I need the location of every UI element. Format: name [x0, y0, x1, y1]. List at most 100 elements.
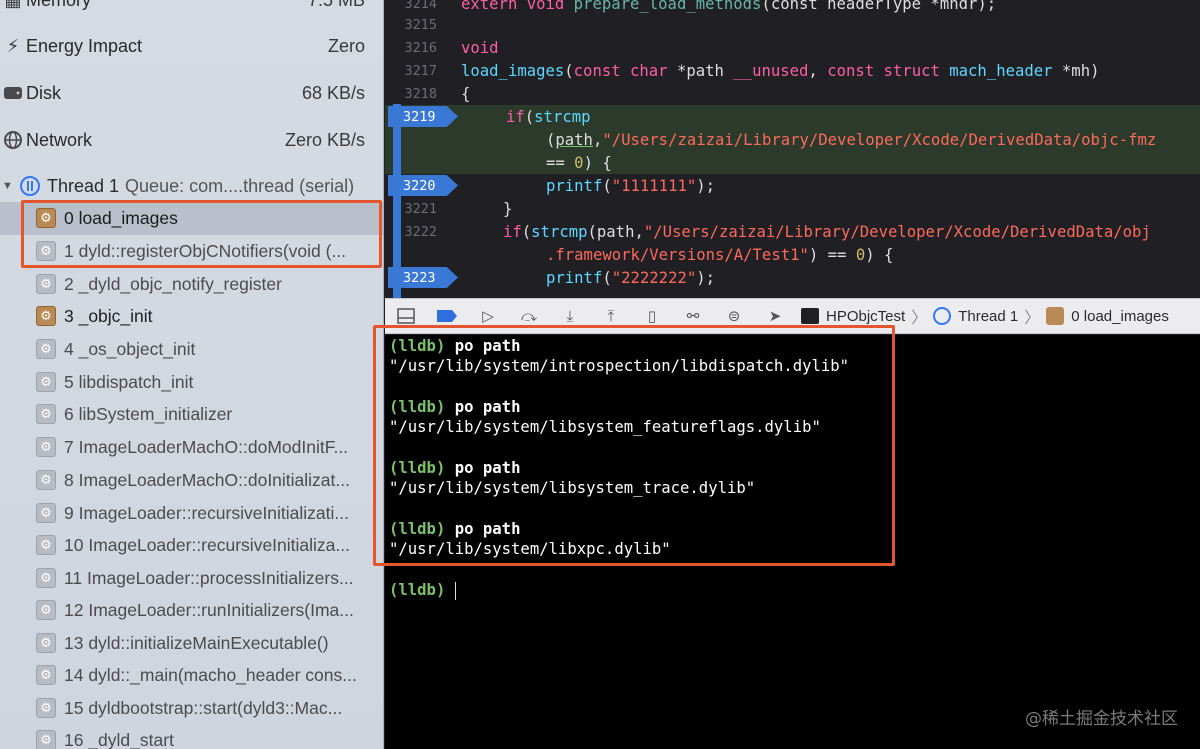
stack-frame[interactable]: ⚙ 16 _dyld_start	[0, 724, 383, 749]
chevron-right-icon: 〉	[1024, 310, 1041, 327]
step-over-icon[interactable]: ⤼	[518, 307, 540, 325]
disk-icon	[0, 86, 26, 100]
stack-frame-icon: ⚙	[36, 208, 56, 229]
code-text: printf("1111111");	[546, 176, 716, 195]
stack-frame[interactable]: ⚙ 15 dyldbootstrap::start(dyld3::Mac...	[0, 692, 383, 725]
console-command-line: (lldb) po path	[389, 337, 521, 355]
gauge-memory[interactable]: ▦ Memory 7.5 MB	[0, 0, 383, 23]
debug-toolbar: ▷ ⤼ ⤓ ⤒ ▯ ⚯ ⊜ ➤ HPObjcTest 〉 Thread 1 〉 …	[385, 298, 1200, 334]
debug-navigator: ▦ Memory 7.5 MB ⚡ Energy Impact Zero Dis…	[0, 0, 384, 749]
memory-graph-icon[interactable]: ⚯	[682, 307, 704, 325]
code-text: .framework/Versions/A/Test1") == 0) {	[546, 245, 894, 264]
watermark: @稀土掘金技术社区	[1025, 709, 1178, 729]
stack-frame[interactable]: ⚙ 10 ImageLoader::recursiveInitializa...	[0, 529, 383, 562]
gauge-disk[interactable]: Disk 68 KB/s	[0, 70, 383, 116]
code-line: 3221 }	[385, 197, 1200, 220]
code-text: {	[461, 84, 471, 103]
stack-frame[interactable]: ⚙ 14 dyld::_main(macho_header cons...	[0, 659, 383, 692]
frame-label: 6 libSystem_initializer	[64, 403, 233, 424]
line-number: 3217	[404, 62, 437, 79]
line-number: 3214	[404, 0, 437, 12]
code-text: void	[461, 38, 499, 57]
code-line-current: (path,"/Users/zaizai/Library/Developer/X…	[385, 128, 1200, 151]
source-editor[interactable]: 3214 extern void prepare_load_methods(co…	[385, 0, 1200, 298]
code-line: 3220 printf("1111111");	[385, 174, 1200, 197]
stack-frame-icon: ⚙	[36, 437, 56, 458]
continue-icon[interactable]: ▷	[477, 307, 499, 325]
thread-icon	[933, 307, 952, 325]
gauge-energy[interactable]: ⚡ Energy Impact Zero	[0, 23, 383, 69]
stack-frame[interactable]: ⚙ 0 load_images	[0, 202, 383, 235]
frame-label: 5 libdispatch_init	[64, 371, 194, 392]
execution-line-indicator	[393, 104, 401, 298]
thread-icon	[20, 176, 40, 196]
stack-frame-icon: ⚙	[36, 535, 56, 556]
gauge-value: 68 KB/s	[301, 82, 365, 103]
line-number: 3215	[404, 16, 437, 33]
stack-frame-icon: ⚙	[36, 470, 56, 491]
stack-frame[interactable]: ⚙ 9 ImageLoader::recursiveInitializati..…	[0, 497, 383, 530]
console-output-line: "/usr/lib/system/libsystem_featureflags.…	[389, 418, 821, 436]
stack-frame-icon: ⚙	[36, 339, 56, 360]
breadcrumb: HPObjcTest 〉 Thread 1 〉 0 load_images	[801, 304, 1169, 328]
stack-frame[interactable]: ⚙ 8 ImageLoaderMachO::doInitializat...	[0, 464, 383, 497]
code-text: load_images(const char *path __unused, c…	[461, 61, 1100, 80]
stack-frame[interactable]: ⚙ 4 _os_object_init	[0, 333, 383, 366]
gauge-network[interactable]: Network Zero KB/s	[0, 117, 383, 163]
stack-frame[interactable]: ⚙ 5 libdispatch_init	[0, 366, 383, 399]
stack-frame[interactable]: ⚙ 2 _dyld_objc_notify_register	[0, 268, 383, 301]
frame-label: 14 dyld::_main(macho_header cons...	[64, 664, 357, 685]
disclosure-triangle-icon[interactable]: ▼	[2, 180, 20, 192]
frame-label: 9 ImageLoader::recursiveInitializati...	[64, 502, 349, 523]
breadcrumb-thread[interactable]: Thread 1	[958, 308, 1018, 325]
gauge-label: Network	[26, 129, 93, 150]
frame-label: 2 _dyld_objc_notify_register	[64, 273, 282, 294]
gauge-value: Zero KB/s	[284, 129, 365, 150]
breadcrumb-app[interactable]: HPObjcTest	[826, 308, 905, 325]
code-line: 3217 load_images(const char *path __unus…	[385, 59, 1200, 82]
frame-label: 8 ImageLoaderMachO::doInitializat...	[64, 469, 350, 490]
stack-frame[interactable]: ⚙ 6 libSystem_initializer	[0, 398, 383, 431]
stack-frame-icon: ⚙	[36, 274, 56, 295]
code-line: 3222 if(strcmp(path,"/Users/zaizai/Libra…	[385, 220, 1200, 243]
breadcrumb-frame[interactable]: 0 load_images	[1071, 308, 1169, 325]
code-text: (path,"/Users/zaizai/Library/Developer/X…	[546, 130, 1157, 149]
simulate-location-icon[interactable]: ➤	[764, 307, 786, 325]
hide-debug-area-icon[interactable]	[395, 307, 417, 325]
memory-icon: ▦	[0, 0, 26, 11]
thread-row[interactable]: ▼ Thread 1 Queue: com....thread (serial)	[0, 170, 383, 202]
step-into-icon[interactable]: ⤓	[559, 307, 581, 325]
frame-label: 15 dyldbootstrap::start(dyld3::Mac...	[64, 697, 343, 718]
stack-frame-icon: ⚙	[36, 404, 56, 425]
stack-frame[interactable]: ⚙ 7 ImageLoaderMachO::doModInitF...	[0, 431, 383, 464]
console-input-line[interactable]: (lldb)	[389, 581, 457, 603]
stack-frame[interactable]: ⚙ 12 ImageLoader::runInitializers(Ima...	[0, 594, 383, 627]
frame-label: 3 _objc_init	[64, 305, 153, 326]
stack-frame[interactable]: ⚙ 1 dyld::registerObjCNotifiers(void (..…	[0, 235, 383, 268]
line-number: 3216	[404, 39, 437, 56]
console-command-line: (lldb) po path	[389, 398, 521, 416]
environment-overrides-icon[interactable]: ⊜	[723, 307, 745, 325]
gauge-label: Energy Impact	[26, 35, 143, 56]
stack-frame-icon: ⚙	[36, 372, 56, 393]
lldb-console[interactable]: (lldb) po path "/usr/lib/system/introspe…	[373, 325, 1200, 749]
code-line-current: == 0) {	[385, 151, 1200, 174]
step-out-icon[interactable]: ⤒	[600, 307, 622, 325]
stack-frame[interactable]: ⚙ 11 ImageLoader::processInitializers...	[0, 562, 383, 595]
frame-label: 12 ImageLoader::runInitializers(Ima...	[64, 599, 354, 620]
code-line: 3223 printf("2222222");	[385, 266, 1200, 289]
view-hierarchy-icon[interactable]: ▯	[641, 307, 663, 325]
stack-frame[interactable]: ⚙ 13 dyld::initializeMainExecutable()	[0, 627, 383, 660]
code-line: 3215	[385, 13, 1200, 36]
gauge-label: Memory	[26, 0, 308, 11]
breakpoints-toggle-icon[interactable]	[436, 307, 458, 325]
stack-frame-icon: ⚙	[36, 306, 56, 327]
network-icon	[0, 130, 26, 150]
code-text: extern void prepare_load_methods(const h…	[461, 0, 997, 13]
stack-frame[interactable]: ⚙ 3 _objc_init	[0, 300, 383, 333]
app-target-icon	[801, 308, 819, 324]
code-text: printf("2222222");	[546, 268, 716, 287]
console-command-line: (lldb) po path	[389, 520, 521, 538]
stack-frame-icon	[1046, 307, 1065, 325]
code-line: .framework/Versions/A/Test1") == 0) {	[385, 243, 1200, 266]
